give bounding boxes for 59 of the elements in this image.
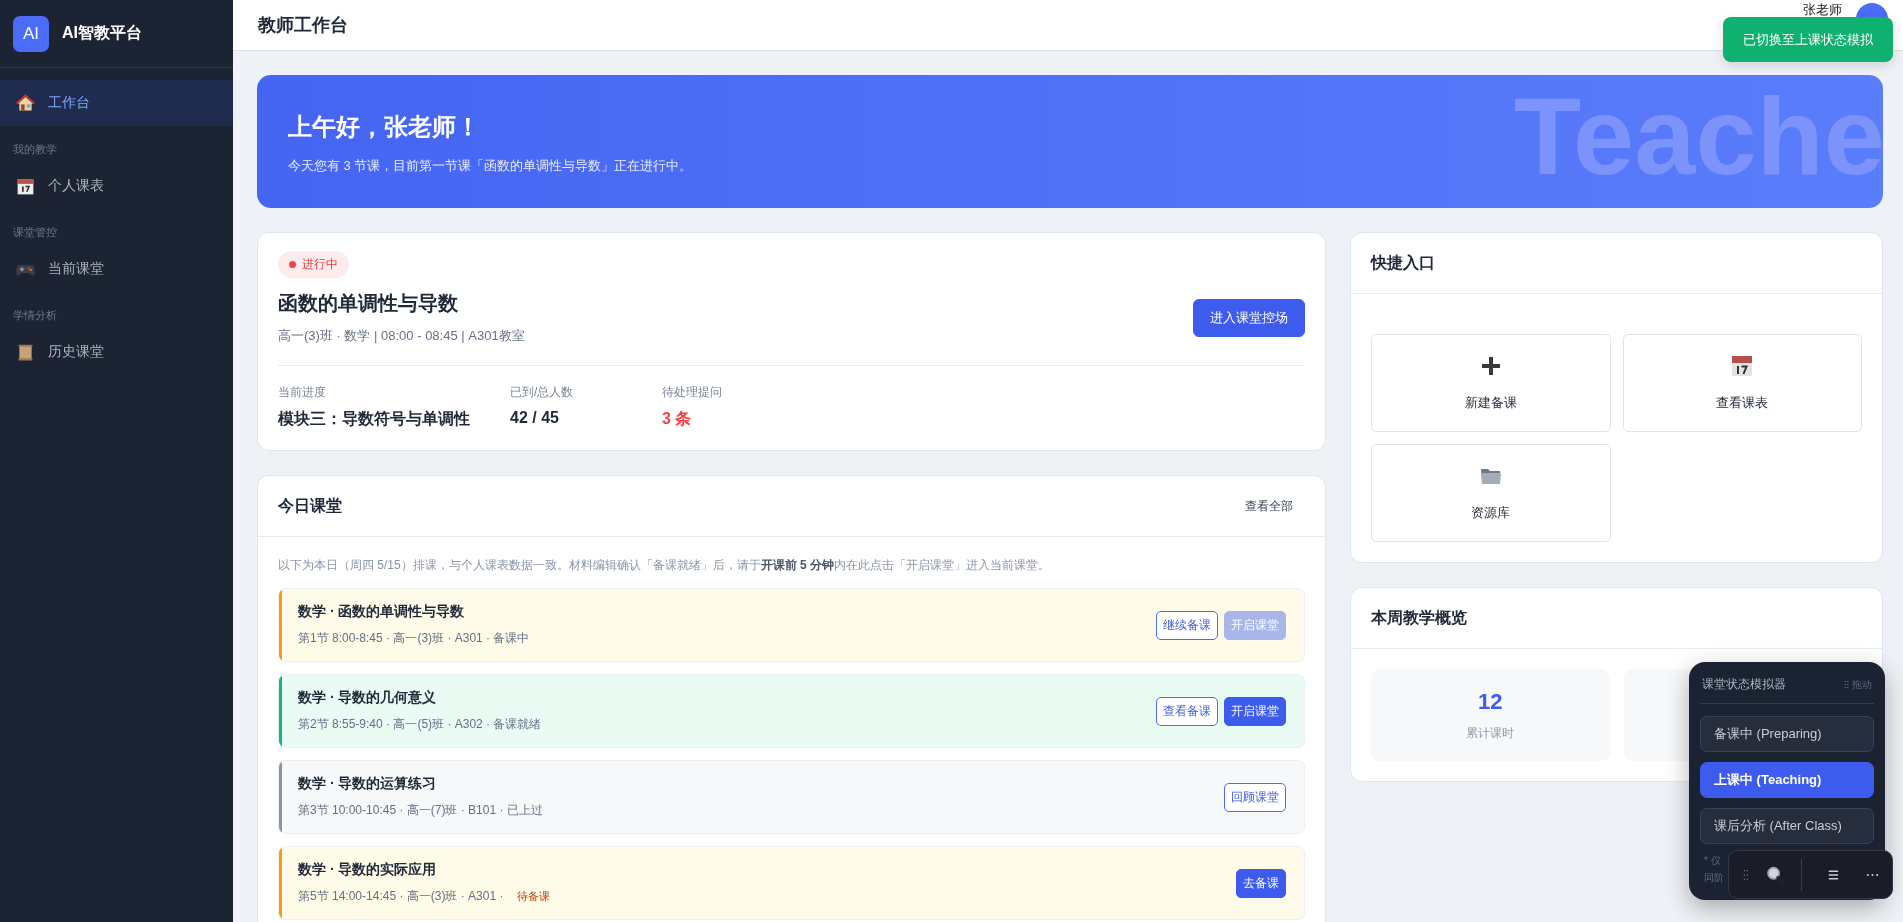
footnote: * 仅 bbox=[1704, 854, 1721, 868]
stat-value: 12 bbox=[1478, 688, 1503, 715]
state-option[interactable]: 课后分析 (After Class) bbox=[1700, 808, 1874, 844]
nav-item[interactable]: 个人课表 bbox=[0, 163, 233, 209]
lesson-meta: 第1节 8:00-8:45 · 高一(3)班 · A301 · 备课中 bbox=[298, 630, 530, 647]
nav-item[interactable]: 工作台 bbox=[0, 80, 233, 126]
nav-item[interactable]: 当前课堂 bbox=[0, 246, 233, 292]
stat-value: 模块三：导数符号与单调性 bbox=[278, 409, 470, 429]
lesson-button[interactable]: 查看备课 bbox=[1156, 696, 1218, 726]
brand-name: AI智教平台 bbox=[62, 23, 142, 43]
stat-value: 42 / 45 bbox=[510, 409, 560, 427]
lesson-button[interactable]: 回顾课堂 bbox=[1224, 782, 1286, 812]
nav-section-heading: 我的教学 bbox=[12, 142, 58, 157]
stat-label: 已到/总人数 bbox=[510, 384, 575, 401]
simulator-title: 课堂状态模拟器 bbox=[1702, 676, 1786, 693]
card-title: 本周教学概览 bbox=[1371, 607, 1467, 628]
stat-label: 累计课时 bbox=[1466, 724, 1515, 742]
schedule-note: 以下为本日（周四 5/15）排课，与个人课表数据一致。材料编辑确认「备课就绪」后，请于开课前 5 分钟内在此点击「开启课堂」进入当前课堂。 bbox=[278, 557, 1052, 574]
grip-icon bbox=[1844, 680, 1849, 689]
lesson-title: 数学 · 导数的实际应用 bbox=[298, 861, 438, 879]
banner-message: 今天您有 3 节课，目前第一节课「函数的单调性与导数」正在进行中。 bbox=[288, 157, 694, 175]
nav-item[interactable]: 历史课堂 bbox=[0, 329, 233, 375]
footnote: 同阶 bbox=[1704, 871, 1724, 885]
drag-hint: 拖动 bbox=[1852, 677, 1872, 692]
state-option[interactable]: 上课中 (Teaching) bbox=[1700, 762, 1874, 798]
greeting: 上午好，张老师！ bbox=[288, 112, 481, 142]
nav-section-heading: 学情分析 bbox=[12, 308, 58, 323]
status-badge: 进行中 bbox=[278, 251, 349, 278]
calendar-icon bbox=[1730, 354, 1755, 378]
class-meta: 高一(3)班 · 数学 | 08:00 - 08:45 | A301教室 bbox=[278, 327, 525, 345]
lesson-meta: 第3节 10:00-10:45 · 高一(7)班 · B101 · 已上过 bbox=[298, 802, 543, 819]
lesson-title: 数学 · 导数的几何意义 bbox=[298, 689, 438, 707]
logo: AI bbox=[13, 15, 49, 52]
lesson-meta: 第2节 8:55-9:40 · 高一(5)班 · A302 · 备课就绪 bbox=[298, 716, 542, 733]
status-tag: 待备课 bbox=[517, 889, 551, 904]
stat-label: 待处理提问 bbox=[662, 384, 723, 401]
lesson-meta: 第5节 14:00-14:45 · 高一(3)班 · A301 · bbox=[298, 888, 504, 905]
view-all-link[interactable]: 查看全部 bbox=[1233, 491, 1305, 521]
enter-classroom-button[interactable]: 进入课堂控场 bbox=[1193, 298, 1305, 337]
status-toast: 已切换至上课状态模拟 bbox=[1723, 17, 1893, 62]
lesson-button[interactable]: 继续备课 bbox=[1156, 610, 1218, 640]
stat-label: 当前进度 bbox=[278, 384, 327, 401]
card-title: 快捷入口 bbox=[1371, 252, 1435, 273]
nav-section-heading: 课堂管控 bbox=[12, 225, 58, 240]
page-title: 教师工作台 bbox=[258, 14, 348, 37]
house-icon bbox=[15, 92, 36, 114]
lesson-title: 数学 · 导数的运算练习 bbox=[298, 775, 438, 793]
quick-access-tile[interactable]: 资源库 bbox=[1371, 444, 1611, 542]
card-title: 今日课堂 bbox=[278, 495, 342, 516]
lesson-button[interactable]: 开启课堂 bbox=[1224, 696, 1286, 726]
class-title: 函数的单调性与导数 bbox=[278, 291, 459, 316]
user-name: 张老师 bbox=[1803, 3, 1842, 17]
grip-icon[interactable] bbox=[1743, 868, 1749, 881]
lesson-button[interactable]: 去备课 bbox=[1236, 868, 1286, 898]
quick-access-tile[interactable]: 查看课表 bbox=[1622, 334, 1862, 432]
state-option[interactable]: 备课中 (Preparing) bbox=[1700, 716, 1874, 752]
quick-access-tile[interactable]: 新建备课 bbox=[1371, 334, 1611, 432]
stat-value: 3 条 bbox=[662, 409, 693, 429]
lesson-title: 数学 · 函数的单调性与导数 bbox=[298, 603, 466, 621]
